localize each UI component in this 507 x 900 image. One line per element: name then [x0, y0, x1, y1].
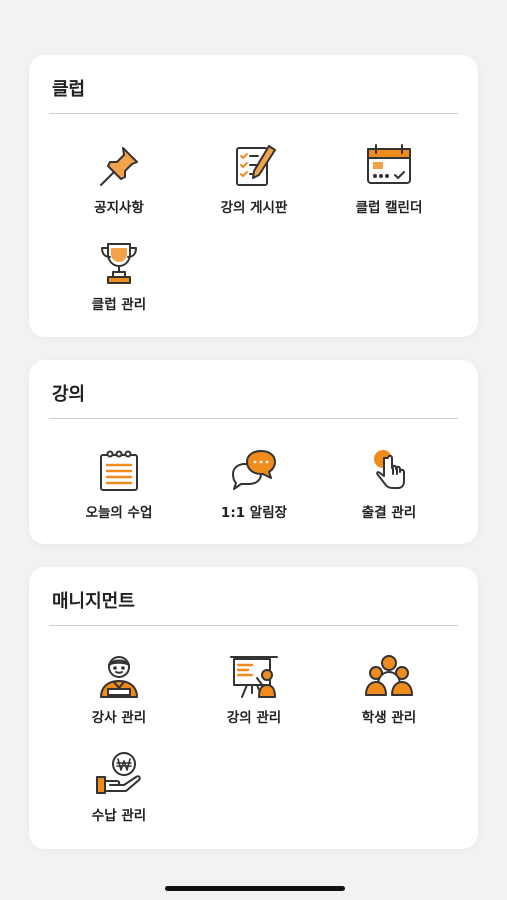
lecture-board-button[interactable]: 강의 게시판: [184, 143, 324, 223]
raised-hand-icon: [374, 450, 405, 489]
students-group-icon: [365, 655, 413, 696]
trophy-icon: [101, 243, 137, 284]
attendance-button[interactable]: 출결 관리: [319, 448, 459, 528]
student-management-button[interactable]: 학생 관리: [319, 653, 459, 733]
instructor-icon: [100, 656, 138, 698]
club-management-button[interactable]: 클럽 관리: [49, 240, 189, 320]
lecture-board-label: 강의 게시판: [220, 200, 288, 216]
lecture-section-card: 강의 오늘의 수업 1:1 알림장 출결 관리: [29, 360, 478, 544]
divider: [49, 418, 458, 419]
club-section-title: 클럽: [52, 79, 86, 100]
calendar-icon: [367, 144, 411, 184]
won-payment-icon: [96, 752, 141, 794]
notice-button[interactable]: 공지사항: [49, 143, 189, 223]
instructor-management-button[interactable]: 강사 관리: [49, 653, 189, 733]
status-bar: [0, 0, 507, 44]
one-to-one-note-button[interactable]: 1:1 알림장: [184, 448, 324, 528]
notice-label: 공지사항: [94, 200, 144, 216]
lecture-management-label: 강의 관리: [226, 710, 282, 726]
club-calendar-label: 클럽 캘린더: [355, 200, 423, 216]
attendance-label: 출결 관리: [361, 505, 417, 521]
lecture-management-button[interactable]: 강의 관리: [184, 653, 324, 733]
presentation-board-icon: [230, 656, 278, 698]
management-section-title: 매니지먼트: [52, 591, 135, 612]
checklist-pencil-icon: [236, 145, 276, 186]
lecture-section-title: 강의: [52, 384, 86, 405]
notepad-icon: [100, 450, 138, 491]
club-management-label: 클럽 관리: [91, 297, 147, 313]
student-management-label: 학생 관리: [361, 710, 417, 726]
divider: [49, 625, 458, 626]
instructor-management-label: 강사 관리: [91, 710, 147, 726]
chat-bubbles-icon: [232, 450, 276, 490]
payment-management-button[interactable]: 수납 관리: [49, 751, 189, 831]
club-section-card: 클럽 공지사항 강의 게시판 클럽 캘린더 클럽 관리: [29, 55, 478, 337]
today-class-button[interactable]: 오늘의 수업: [49, 448, 189, 528]
one-to-one-note-label: 1:1 알림장: [220, 505, 288, 521]
home-indicator[interactable]: [165, 886, 345, 891]
today-class-label: 오늘의 수업: [85, 505, 153, 521]
divider: [49, 113, 458, 114]
payment-management-label: 수납 관리: [91, 808, 147, 824]
pushpin-icon: [100, 147, 138, 186]
club-calendar-button[interactable]: 클럽 캘린더: [319, 143, 459, 223]
management-section-card: 매니지먼트 강사 관리 강의 관리 학생 관리 수납 관리: [29, 567, 478, 849]
